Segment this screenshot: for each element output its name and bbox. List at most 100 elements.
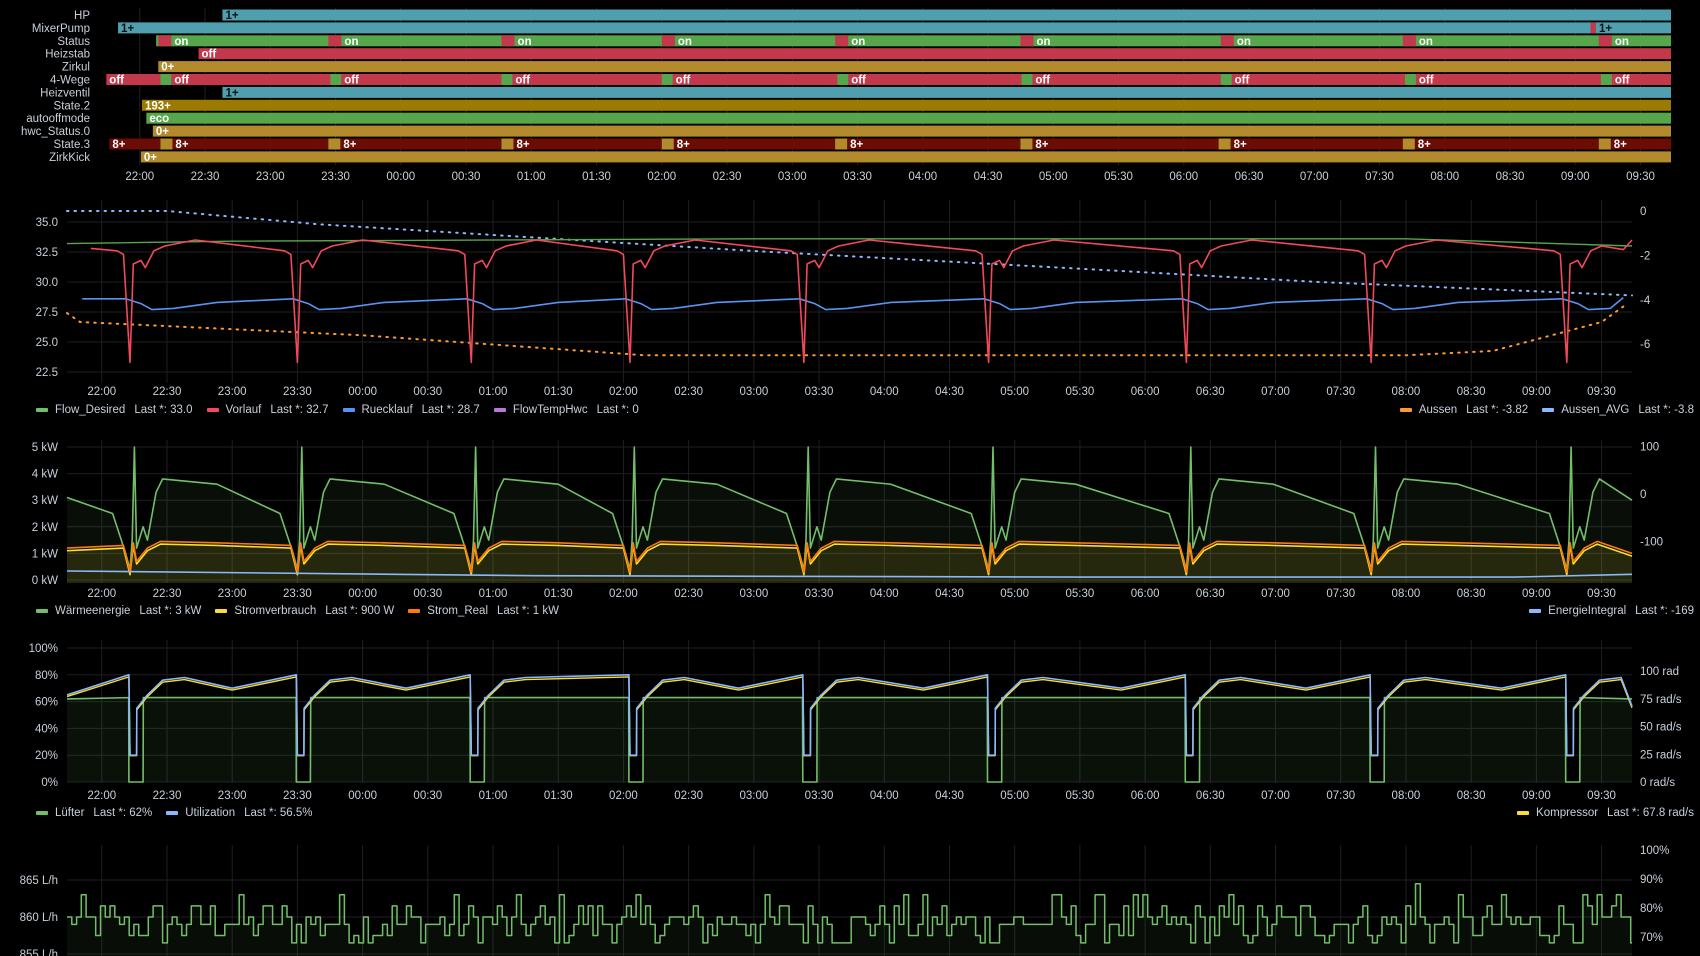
time-axis-label: 06:30 [1196, 588, 1225, 600]
state-change-segment[interactable] [328, 35, 342, 47]
state-change-segment[interactable] [1402, 35, 1416, 47]
state-value-label: on [1037, 36, 1051, 48]
legend-item[interactable]: Kompressor Last *: 67.8 rad/s [1517, 807, 1694, 819]
state-bar[interactable] [156, 35, 1671, 47]
state-bar[interactable] [222, 9, 1672, 21]
state-change-segment[interactable] [1598, 35, 1612, 47]
state-bar[interactable] [198, 48, 1671, 60]
time-axis-label: 23:30 [321, 171, 350, 183]
legend-item[interactable]: Aussen_AVG Last *: -3.8 [1542, 404, 1694, 416]
state-change-segment[interactable] [158, 35, 172, 47]
legend-item[interactable]: Flow_Desired Last *: 33.0 [36, 404, 193, 416]
state-change-segment[interactable] [328, 138, 341, 150]
state-change-segment[interactable] [1598, 138, 1611, 150]
legend-item[interactable]: Utilization Last *: 56.5% [166, 807, 313, 819]
state-change-segment[interactable] [1021, 74, 1033, 85]
legend-item[interactable]: Strom_Real Last *: 1 kW [408, 605, 559, 617]
time-axis-label: 04:00 [870, 588, 899, 600]
series-aussen-avg [66, 210, 1633, 297]
state-change-segment[interactable] [1220, 74, 1232, 85]
state-change-segment[interactable] [661, 35, 675, 47]
y2-axis-label: 90% [1640, 874, 1663, 886]
y2-axis-label: 100 rad [1640, 666, 1679, 678]
state-change-segment[interactable] [1020, 35, 1034, 47]
state-bar[interactable] [140, 151, 1672, 163]
state-value-label: off [515, 75, 530, 87]
legend-item[interactable]: Ruecklauf Last *: 28.7 [342, 404, 480, 416]
timeline-row[interactable]: State.3 8+ 8+ 8+ 8+ 8+ 8+ 8+ 8+ 8+ 8+ [54, 138, 1672, 152]
timeline-row[interactable]: hwc_Status.0 0+ [21, 125, 1672, 139]
legend-item[interactable]: EnergieIntegral Last *: -169 [1529, 605, 1694, 617]
time-axis-label: 23:00 [218, 386, 247, 398]
timeline-row[interactable]: ZirkKick 0+ [49, 151, 1672, 164]
legend-item[interactable]: Stromverbrauch Last *: 900 W [215, 605, 394, 617]
time-axis-label: 09:30 [1587, 588, 1616, 600]
legend-color-swatch [36, 811, 48, 815]
y2-axis-label: 0 rad/s [1640, 777, 1675, 789]
time-axis-label: 06:30 [1235, 171, 1264, 183]
legend-item[interactable]: Vorlauf Last *: 32.7 [206, 404, 329, 416]
time-axis-label: 08:30 [1457, 790, 1486, 802]
state-change-segment[interactable] [1218, 138, 1231, 150]
time-axis-label: 03:00 [778, 171, 807, 183]
y-axis-label: 32.5 [36, 247, 58, 259]
legend-item[interactable]: FlowTempHwc Last *: 0 [493, 404, 639, 416]
timeline-row[interactable]: Zirkul 0+ [62, 61, 1672, 74]
state-change-segment[interactable] [1590, 22, 1596, 34]
timeline-row[interactable]: MixerPump 1+ 1+ [32, 22, 1671, 35]
time-axis-label: 05:30 [1066, 790, 1095, 802]
legend-last-value: Last *: -3.82 [1466, 404, 1529, 416]
timeline-row[interactable]: State.2 193+ [54, 99, 1672, 113]
time-axis-label: 00:00 [348, 588, 377, 600]
legend-item[interactable]: Lüfter Last *: 62% [36, 807, 152, 819]
y-axis-label: 2 kW [32, 522, 58, 534]
legend-item[interactable]: Aussen Last *: -3.82 [1399, 404, 1529, 416]
time-axis-label: 07:30 [1326, 790, 1355, 802]
state-change-segment[interactable] [835, 35, 849, 47]
legend-right: Kompressor Last *: 67.8 rad/s [1517, 807, 1694, 819]
state-bar[interactable] [158, 61, 1672, 73]
time-axis-label: 03:30 [805, 588, 834, 600]
state-bar[interactable] [118, 22, 1671, 34]
timeline-row[interactable]: Heizventil 1+ [40, 86, 1672, 100]
y-axis-label: 1 kW [32, 548, 58, 560]
state-value-label: off [1419, 75, 1434, 87]
state-change-segment[interactable] [501, 74, 513, 85]
timeline-row[interactable]: Heizstab off [45, 48, 1671, 61]
state-change-segment[interactable] [1402, 138, 1415, 150]
state-change-segment[interactable] [1020, 138, 1033, 150]
timeline-row[interactable]: Status on on on on on on on on on [57, 35, 1671, 48]
state-change-segment[interactable] [160, 138, 173, 150]
time-axis-label: 22:00 [87, 588, 116, 600]
state-change-segment[interactable] [501, 35, 515, 47]
state-bar[interactable] [152, 125, 1672, 137]
series-flow-desired [66, 238, 1633, 247]
state-change-segment[interactable] [1220, 35, 1234, 47]
legend-color-swatch [493, 408, 506, 412]
state-change-segment[interactable] [1600, 74, 1612, 85]
timeline-row[interactable]: 4-Wege off off off off off off off off off off [50, 74, 1671, 87]
state-value-label: eco [149, 113, 169, 125]
state-value-label: 8+ [1234, 139, 1247, 151]
state-bar[interactable] [141, 99, 1672, 111]
state-change-segment[interactable] [661, 74, 673, 85]
state-bar[interactable] [146, 112, 1672, 124]
y2-axis-label: 50 rad/s [1640, 722, 1682, 734]
state-change-segment[interactable] [160, 74, 172, 85]
timeline-row-label: 4-Wege [50, 75, 90, 87]
state-change-segment[interactable] [661, 138, 674, 150]
state-change-segment[interactable] [835, 138, 848, 150]
time-axis-label: 01:30 [544, 386, 573, 398]
state-change-segment[interactable] [837, 74, 849, 85]
state-change-segment[interactable] [501, 138, 514, 150]
state-bar[interactable] [222, 86, 1672, 98]
legend-item[interactable]: Wärmeenergie Last *: 3 kW [36, 605, 201, 617]
legend-last-value: Last *: 1 kW [497, 605, 559, 617]
timeline-row[interactable]: autooffmode eco [26, 112, 1672, 126]
legend-color-swatch [36, 408, 48, 412]
state-change-segment[interactable] [330, 74, 342, 85]
timeline-row[interactable]: HP 1+ [74, 9, 1672, 23]
time-axis-label: 09:30 [1587, 386, 1616, 398]
time-axis-label: 00:30 [413, 790, 442, 802]
state-change-segment[interactable] [1404, 74, 1416, 85]
